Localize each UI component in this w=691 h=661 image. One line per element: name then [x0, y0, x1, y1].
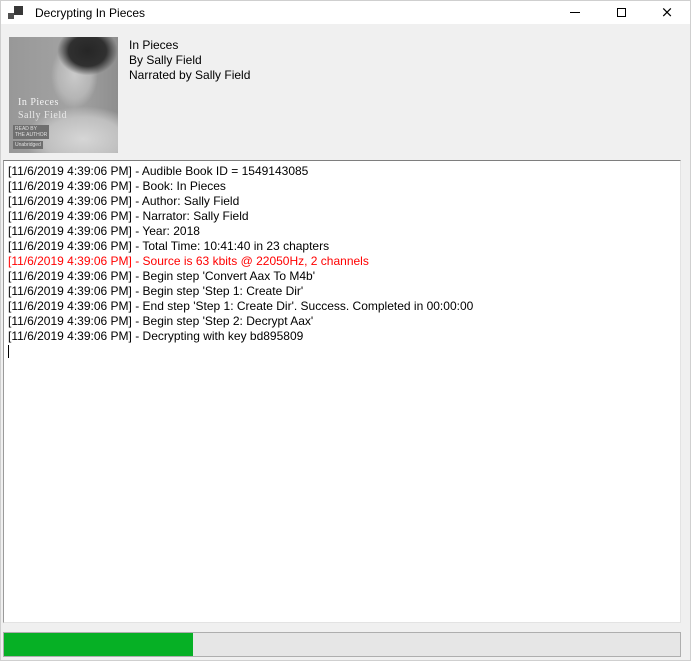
cover-edition-text: Unabridged — [13, 141, 43, 149]
log-entry: [11/6/2019 4:39:06 PM] - Begin step 'Ste… — [8, 284, 676, 299]
close-icon: × — [661, 5, 674, 20]
book-info: In Pieces By Sally Field Narrated by Sal… — [129, 38, 250, 83]
close-button[interactable]: × — [644, 1, 690, 24]
progress-bar — [3, 632, 681, 657]
caret-line — [8, 344, 676, 359]
app-window: Decrypting In Pieces × In Pieces Sally F… — [0, 0, 691, 661]
book-info-narrated: Narrated by Sally Field — [129, 68, 250, 83]
maximize-button[interactable] — [598, 1, 644, 24]
book-info-title: In Pieces — [129, 38, 250, 53]
log-entry: [11/6/2019 4:39:06 PM] - Begin step 'Con… — [8, 269, 676, 284]
log-entry: [11/6/2019 4:39:06 PM] - Author: Sally F… — [8, 194, 676, 209]
log-entry: [11/6/2019 4:39:06 PM] - Total Time: 10:… — [8, 239, 676, 254]
title-bar[interactable]: Decrypting In Pieces × — [1, 1, 690, 24]
client-area: In Pieces Sally Field READ BY THE AUTHOR… — [1, 24, 690, 660]
log-entry: [11/6/2019 4:39:06 PM] - Decrypting with… — [8, 329, 676, 344]
log-entry: [11/6/2019 4:39:06 PM] - Narrator: Sally… — [8, 209, 676, 224]
log-lines: [11/6/2019 4:39:06 PM] - Audible Book ID… — [8, 164, 676, 344]
log-entry: [11/6/2019 4:39:06 PM] - Source is 63 kb… — [8, 254, 676, 269]
app-icon-square-big — [14, 6, 23, 15]
book-cover-image: In Pieces Sally Field READ BY THE AUTHOR… — [9, 37, 118, 153]
log-entry: [11/6/2019 4:39:06 PM] - Book: In Pieces — [8, 179, 676, 194]
text-caret — [8, 345, 9, 358]
log-entry: [11/6/2019 4:39:06 PM] - End step 'Step … — [8, 299, 676, 314]
window-title: Decrypting In Pieces — [35, 6, 145, 20]
book-info-byline: By Sally Field — [129, 53, 250, 68]
cover-author-text: Sally Field — [18, 110, 67, 121]
minimize-button[interactable] — [552, 1, 598, 24]
cover-readby-text: READ BY THE AUTHOR — [13, 125, 49, 139]
maximize-icon — [617, 8, 626, 17]
app-icon — [8, 6, 23, 19]
log-entry: [11/6/2019 4:39:06 PM] - Begin step 'Ste… — [8, 314, 676, 329]
progress-bar-fill — [4, 633, 193, 656]
minimize-icon — [570, 12, 580, 13]
log-entry: [11/6/2019 4:39:06 PM] - Audible Book ID… — [8, 164, 676, 179]
log-textbox[interactable]: [11/6/2019 4:39:06 PM] - Audible Book ID… — [3, 160, 681, 623]
log-entry: [11/6/2019 4:39:06 PM] - Year: 2018 — [8, 224, 676, 239]
cover-title-text: In Pieces — [18, 97, 59, 108]
